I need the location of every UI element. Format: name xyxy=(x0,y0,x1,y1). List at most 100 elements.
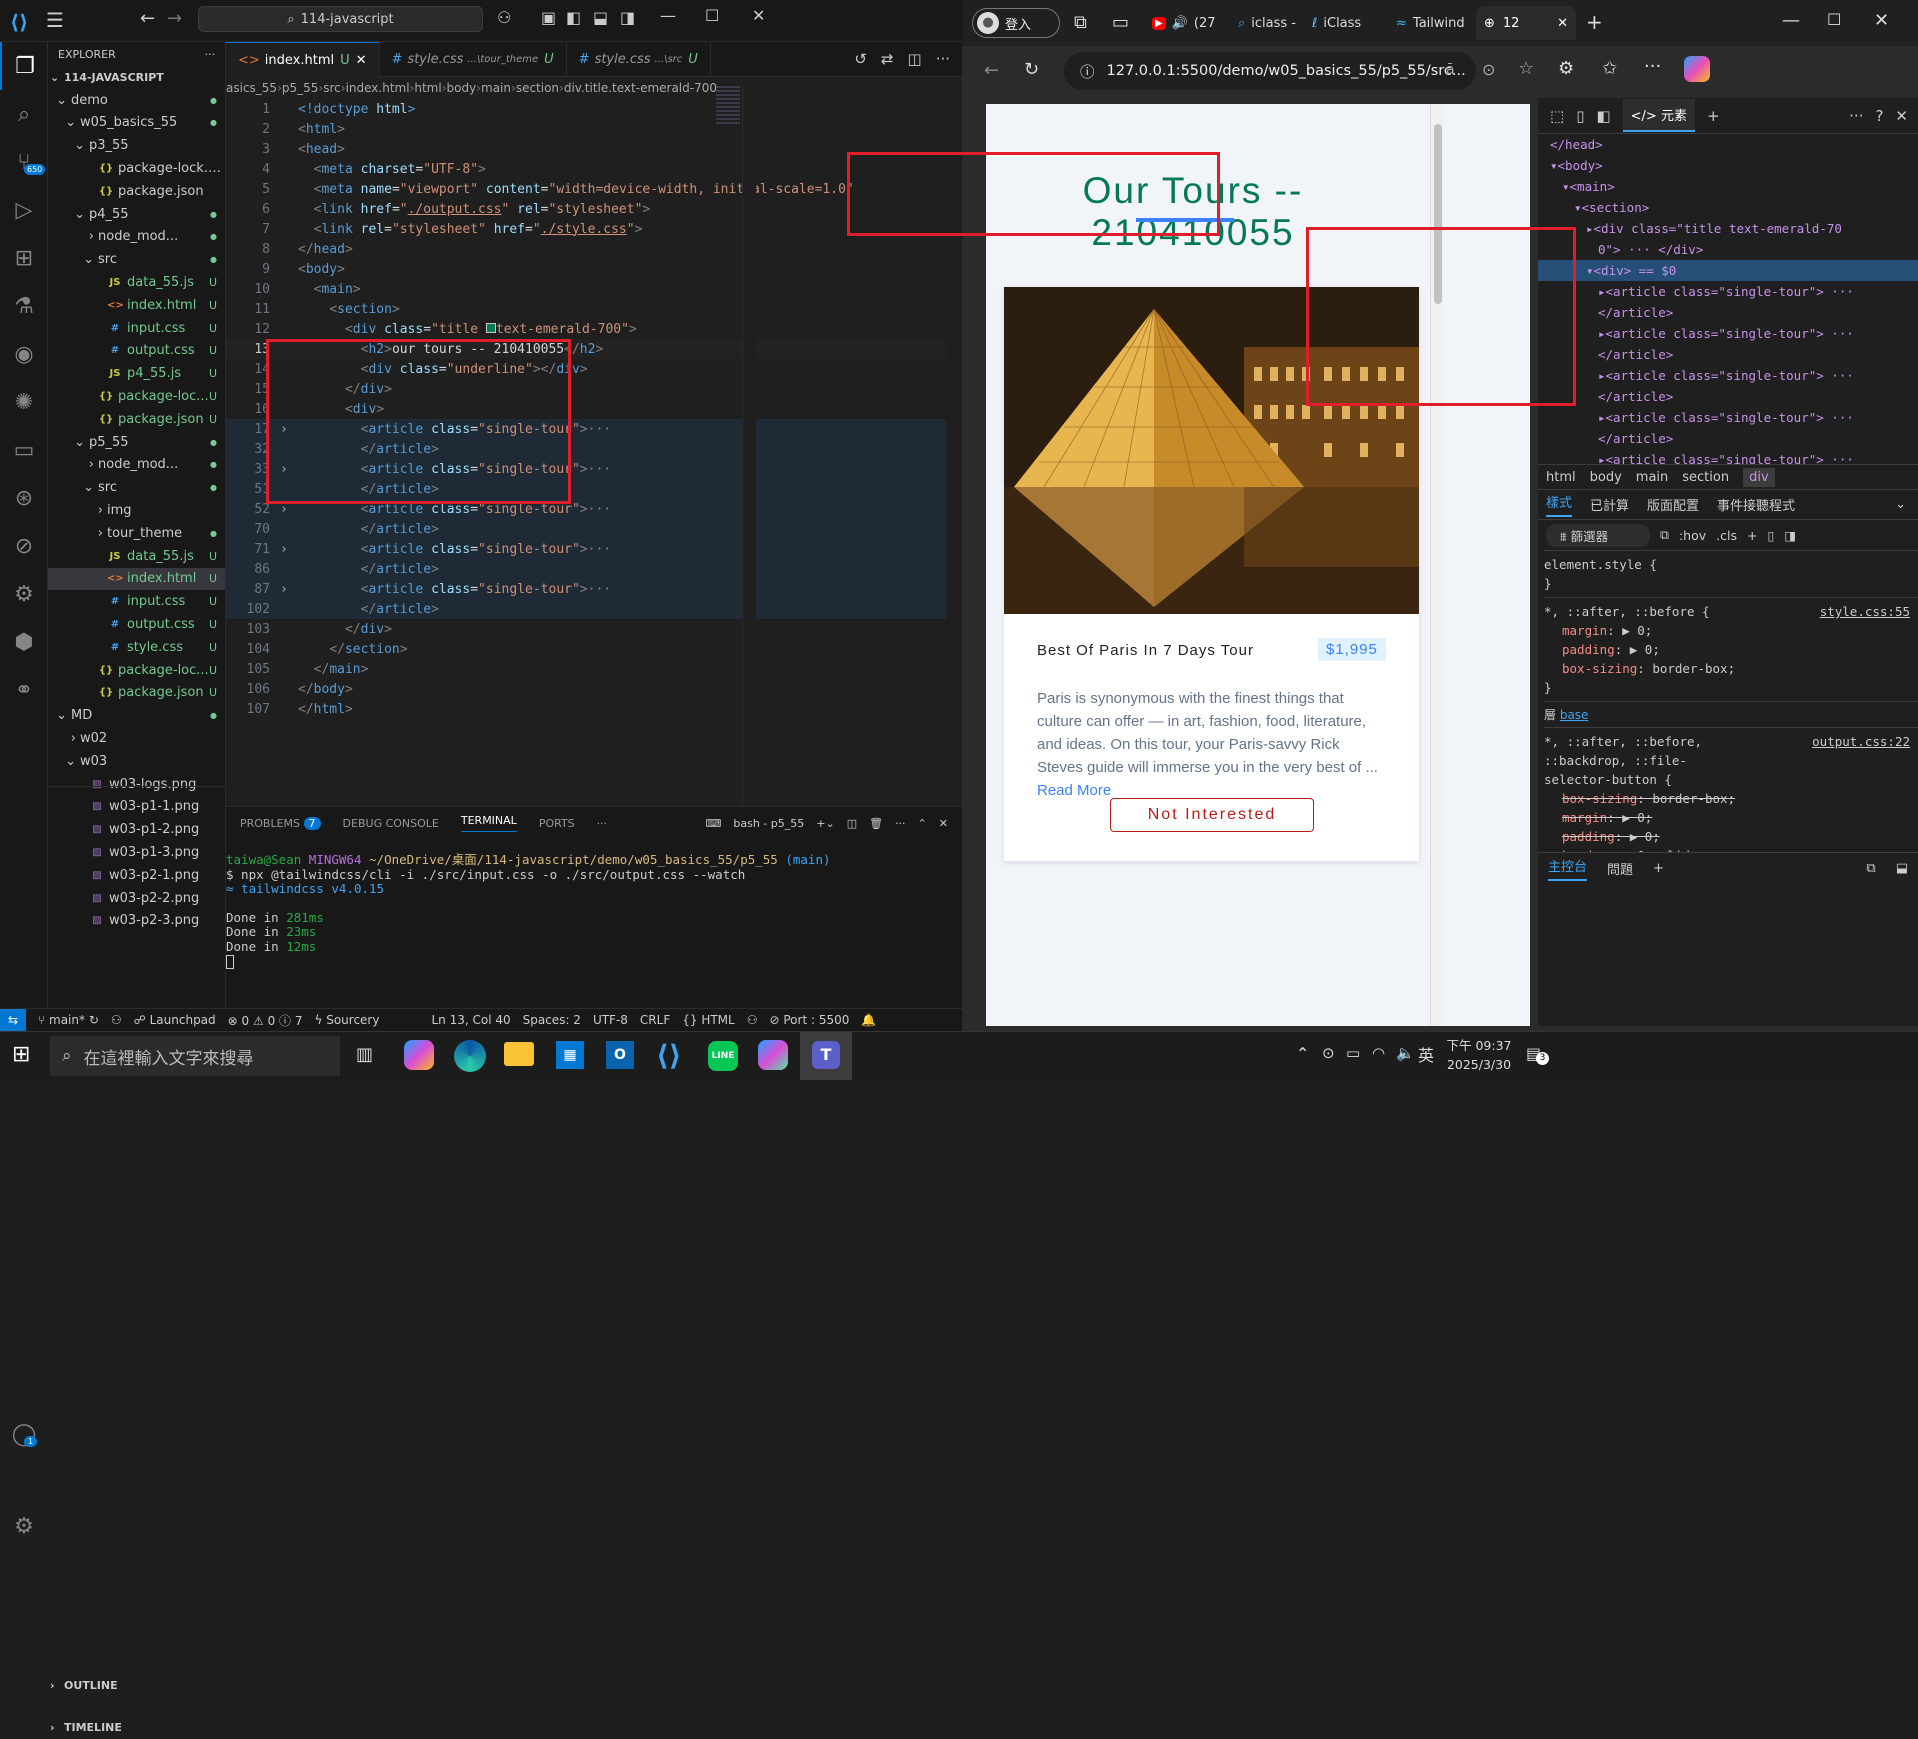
file-item[interactable]: {} package.json xyxy=(48,180,225,203)
gitlens-status-icon[interactable]: ⚇ xyxy=(111,1013,122,1027)
folder-item[interactable]: › img xyxy=(48,499,225,522)
clock[interactable]: 下午 09:37 2025/3/30 xyxy=(1446,1036,1512,1074)
folder-item[interactable]: ⌄ src ● xyxy=(48,248,225,271)
python-icon[interactable]: ⚭ xyxy=(0,666,48,714)
file-item[interactable]: {} package-loc... U xyxy=(48,659,225,682)
minimize-icon[interactable]: — xyxy=(1782,10,1800,31)
notification-center-icon[interactable]: ▤ 3 xyxy=(1526,1044,1549,1065)
toggle-sidebar-icon[interactable]: ◧ xyxy=(566,8,581,27)
dom-node[interactable]: ▸<article class="single-tour"> ··· xyxy=(1538,407,1918,428)
help-icon[interactable]: ? xyxy=(1875,107,1883,125)
rule-source-link[interactable]: output.css:22 xyxy=(1812,732,1910,789)
tab-close-icon[interactable]: ✕ xyxy=(1557,16,1568,31)
dom-node[interactable]: </article> xyxy=(1538,386,1918,407)
live-share-icon[interactable]: ⚙ xyxy=(0,570,48,618)
rule-source-link[interactable]: style.css:55 xyxy=(1820,602,1910,621)
more-actions-icon[interactable]: ··· xyxy=(205,48,216,61)
remote-explorer-icon[interactable]: ▭ xyxy=(0,426,48,474)
remote-indicator-icon[interactable]: ⇆ xyxy=(0,1009,26,1031)
dom-node[interactable]: </article> xyxy=(1538,344,1918,365)
volume-icon[interactable]: 🔈 xyxy=(1396,1044,1415,1062)
url-input[interactable]: ⓘ 127.0.0.1:5500/demo/w05_basics_55/p5_5… xyxy=(1064,52,1476,90)
compare-changes-icon[interactable]: ⇄ xyxy=(881,50,894,68)
dock-drawer-icon[interactable]: ⧉ xyxy=(1866,861,1875,876)
copilot-status-icon[interactable]: ⚇ xyxy=(747,1013,758,1027)
file-item[interactable]: {} package-lock.json xyxy=(48,157,225,180)
dom-node[interactable]: ▸<div class="title text-emerald-70 xyxy=(1538,218,1918,239)
panel-more-actions-icon[interactable]: ··· xyxy=(895,817,906,830)
folder-item[interactable]: ⌄ p4_55 ● xyxy=(48,203,225,226)
breadcrumb-item[interactable]: src xyxy=(323,81,341,95)
file-item[interactable]: {} package.json U xyxy=(48,408,225,431)
back-arrow-icon[interactable]: ← xyxy=(140,8,155,29)
timeline-section[interactable]: › TIMELINE xyxy=(48,1716,226,1739)
devtools-close-icon[interactable]: ✕ xyxy=(1895,107,1908,125)
site-info-icon[interactable]: ⓘ xyxy=(1080,61,1095,82)
notifications-bell-icon[interactable]: 🔔 xyxy=(861,1013,876,1027)
copilot-icon[interactable] xyxy=(1684,56,1710,82)
breadcrumb-item[interactable]: asics_55 xyxy=(226,81,277,95)
dom-node[interactable]: ▾<div> == $0 xyxy=(1538,260,1918,281)
folder-item[interactable]: ⌄ demo ● xyxy=(48,89,225,112)
tab-tailwind[interactable]: ≈ Tailwind xyxy=(1396,8,1476,38)
folder-item[interactable]: › node_mod... ● xyxy=(48,454,225,477)
branch-status[interactable]: ⑂ main* ↻ xyxy=(38,1013,99,1027)
fold-chevron-icon[interactable]: › xyxy=(270,542,298,557)
devtools-more-icon[interactable]: ··· xyxy=(1849,107,1863,125)
battery-icon[interactable]: ▭ xyxy=(1346,1044,1360,1062)
menu-icon[interactable]: ☰ xyxy=(44,8,66,32)
dom-node[interactable]: ▾<main> xyxy=(1538,176,1918,197)
breadcrumb-item[interactable]: html xyxy=(414,81,441,95)
file-explorer-taskbar-icon[interactable] xyxy=(504,1042,534,1066)
folder-item[interactable]: ⌄ w05_basics_55 ● xyxy=(48,112,225,135)
dom-node[interactable]: </article> xyxy=(1538,428,1918,449)
outline-section[interactable]: › OUTLINE xyxy=(48,1674,226,1697)
file-item[interactable]: ▨ w03-p1-1.png xyxy=(48,796,225,819)
layers-icon[interactable]: ⧉ xyxy=(1660,527,1669,543)
file-item[interactable]: {} package.json U xyxy=(48,682,225,705)
tab-layout[interactable]: 版面配置 xyxy=(1647,495,1699,514)
file-item[interactable]: ▨ w03-logs.png xyxy=(48,773,225,796)
indentation-status[interactable]: Spaces: 2 xyxy=(523,1013,581,1027)
command-center-search[interactable]: ⌕ 114-javascript xyxy=(198,6,483,32)
folder-item[interactable]: › w02 xyxy=(48,727,225,750)
chevron-down-icon[interactable]: ⌄ xyxy=(1895,497,1906,512)
breadcrumb-item[interactable]: p5_55 xyxy=(282,81,319,95)
editor-more-icon[interactable]: ··· xyxy=(936,50,950,68)
tab-elements[interactable]: </> 元素 xyxy=(1622,99,1695,132)
tab-event-listeners[interactable]: 事件接聽程式 xyxy=(1717,495,1795,514)
tab-close-icon[interactable]: ✕ xyxy=(356,53,367,68)
file-item[interactable]: # style.css U xyxy=(48,636,225,659)
wifi-icon[interactable]: ◠ xyxy=(1372,1044,1385,1062)
container-icon[interactable]: ⬢ xyxy=(0,618,48,666)
workspace-root[interactable]: ⌄ 114-JAVASCRIPT xyxy=(48,66,225,89)
file-item[interactable]: ▨ w03-p1-2.png xyxy=(48,818,225,841)
folder-item[interactable]: ⌄ MD ● xyxy=(48,704,225,727)
favorite-star-icon[interactable]: ☆ xyxy=(1518,58,1534,79)
folder-item[interactable]: ⌄ p5_55 ● xyxy=(48,431,225,454)
edge-taskbar-icon[interactable] xyxy=(454,1040,486,1072)
forward-arrow-icon[interactable]: → xyxy=(167,8,182,29)
folder-item[interactable]: ⌄ w03 xyxy=(48,750,225,773)
toggle-secondary-sidebar-icon[interactable]: ◨ xyxy=(620,8,635,27)
run-debug-icon[interactable]: ▷ xyxy=(0,186,48,234)
close-drawer-icon[interactable]: ⬓ xyxy=(1896,861,1908,876)
folder-item[interactable]: › tour_theme ● xyxy=(48,522,225,545)
crumb-body[interactable]: body xyxy=(1590,470,1622,485)
element-state-icon[interactable]: ▯ xyxy=(1767,528,1774,543)
language-status[interactable]: {} HTML xyxy=(682,1013,735,1027)
workspaces-icon[interactable]: ⧉ xyxy=(1074,12,1087,33)
folder-item[interactable]: › node_mod... ● xyxy=(48,226,225,249)
tab-index-html[interactable]: <> index.html U ✕ xyxy=(226,42,380,77)
settings-more-icon[interactable]: ··· xyxy=(1644,56,1661,77)
taskbar-search[interactable]: ⌕ 在這裡輸入文字來搜尋 xyxy=(50,1036,340,1076)
file-item[interactable]: # input.css U xyxy=(48,317,225,340)
timeline-icon[interactable]: ⊘ xyxy=(0,522,48,570)
search-view-icon[interactable]: ⌕ xyxy=(0,90,48,138)
launchpad-status[interactable]: ☍ Launchpad xyxy=(134,1013,216,1027)
tab-problems[interactable]: PROBLEMS 7 xyxy=(240,816,321,830)
ime-indicator[interactable]: 英 xyxy=(1418,1042,1434,1066)
encoding-status[interactable]: UTF-8 xyxy=(593,1013,628,1027)
live-server-status[interactable]: ⊘ Port : 5500 xyxy=(770,1013,850,1027)
close-panel-icon[interactable]: ✕ xyxy=(939,817,948,830)
